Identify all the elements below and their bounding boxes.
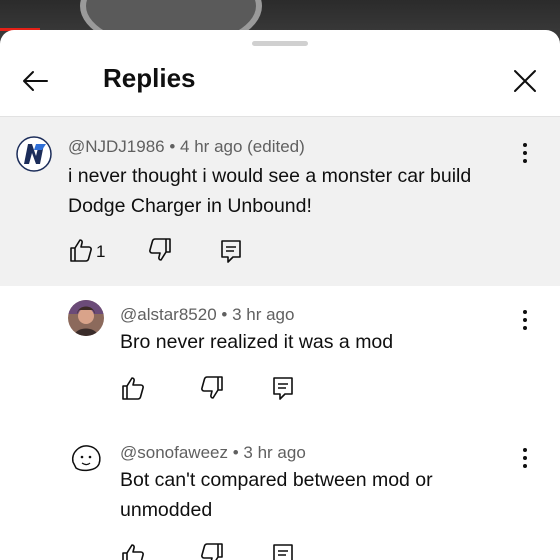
more-vert-icon (520, 310, 530, 330)
comment-text-line: Bot can't compared between mod or (120, 469, 433, 491)
meta-separator: • (228, 443, 244, 462)
avatar[interactable] (16, 136, 52, 172)
dislike-button[interactable] (147, 237, 173, 263)
close-icon (514, 70, 536, 92)
avatar[interactable] (68, 300, 104, 336)
avatar[interactable] (68, 440, 104, 476)
comment-text-line: Dodge Charger in Unbound! (68, 195, 312, 217)
thumb-up-icon (122, 377, 144, 400)
reply-button[interactable] (271, 375, 297, 401)
comment-text: Bro never realized it was a mod (120, 327, 393, 357)
user-photo-icon (68, 300, 104, 336)
comment-text: i never thought i would see a monster ca… (68, 161, 471, 221)
thumb-down-icon (201, 376, 223, 399)
author-handle[interactable]: @alstar8520 (120, 305, 217, 324)
back-arrow-icon (23, 71, 48, 91)
more-vert-icon (520, 448, 530, 468)
channel-logo-icon (16, 136, 52, 172)
like-button[interactable] (68, 237, 94, 263)
like-button[interactable] (68, 267, 94, 293)
like-count: 1 (96, 242, 106, 261)
replies-header: Replies (0, 30, 560, 116)
more-vert-icon (520, 143, 530, 163)
comment-meta: @sonofaweez • 3 hr ago (120, 443, 306, 463)
comment-text: Bot can't compared between mod or unmodd… (120, 465, 433, 525)
more-options-button[interactable] (520, 143, 530, 167)
meta-separator: • (164, 137, 181, 156)
like-button[interactable] (120, 542, 146, 560)
comment-meta: @NJDJ1986 • 4 hr ago (edited) (68, 137, 305, 157)
like-button[interactable] (120, 375, 146, 401)
thumb-up-icon (122, 544, 144, 560)
timestamp: 3 hr ago (232, 305, 295, 324)
dislike-button[interactable] (199, 542, 225, 560)
reply-icon (273, 377, 293, 400)
comment-text-line: i never thought i would see a monster ca… (68, 165, 472, 187)
replies-sheet: Replies @NJDJ1986 • 4 hr ago (edited) i … (0, 30, 560, 560)
reply-icon (221, 240, 241, 263)
reply-icon (273, 544, 293, 560)
more-options-button[interactable] (520, 310, 530, 334)
comment-text-line: Bro never realized it was a mod (120, 331, 394, 353)
close-button[interactable] (512, 68, 538, 94)
meta-separator: • (216, 305, 233, 324)
dislike-button[interactable] (199, 375, 225, 401)
thumb-up-icon (70, 239, 92, 262)
comment-text-line: unmodded (120, 499, 213, 521)
author-handle[interactable]: @NJDJ1986 (68, 137, 165, 156)
author-handle[interactable]: @sonofaweez (120, 443, 228, 462)
comment-meta: @alstar8520 • 3 hr ago (120, 305, 294, 325)
thumb-down-icon (149, 238, 171, 261)
reply-button[interactable] (271, 542, 297, 560)
reply-button[interactable] (219, 238, 245, 264)
page-title: Replies (103, 63, 196, 93)
more-options-button[interactable] (520, 448, 530, 472)
back-button[interactable] (20, 66, 50, 96)
doodle-face-icon (68, 440, 104, 476)
timestamp: 3 hr ago (243, 443, 306, 462)
thumb-down-icon (201, 543, 223, 560)
timestamp: 4 hr ago (edited) (180, 137, 305, 156)
